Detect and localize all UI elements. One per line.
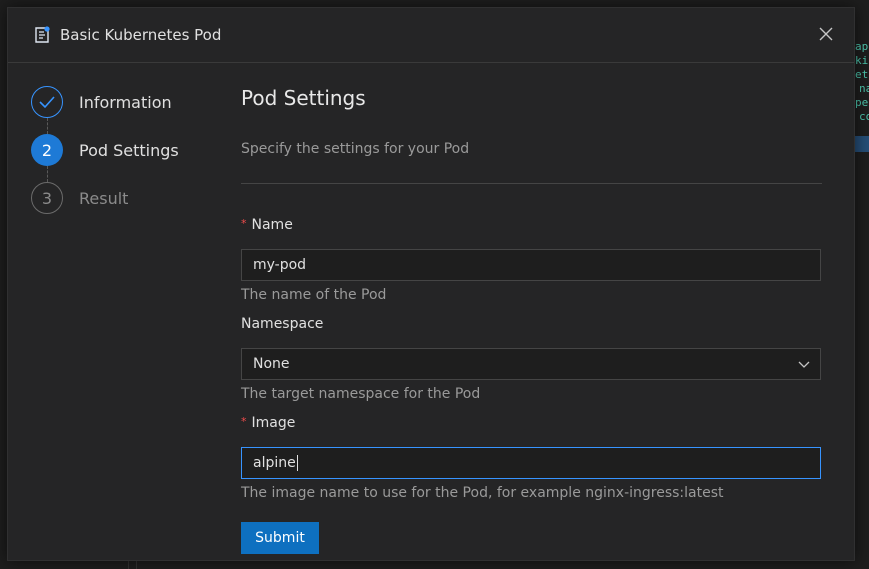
background-editor: api kin eta na pec co — [855, 40, 869, 200]
image-label-text: Image — [251, 415, 296, 431]
namespace-select[interactable]: None — [241, 348, 821, 380]
background-divider — [136, 560, 137, 569]
page-description: Specify the settings for your Pod — [241, 141, 470, 157]
editor-line: pec — [855, 96, 869, 109]
name-input[interactable]: my-pod — [241, 249, 821, 281]
image-help-text: The image name to use for the Pod, for e… — [241, 485, 724, 501]
section-divider — [241, 183, 822, 184]
image-input[interactable]: alpine — [241, 447, 821, 479]
namespace-label: Namespace — [241, 316, 822, 332]
namespace-selected-value: None — [253, 356, 290, 372]
step-pod-settings[interactable]: 2 Pod Settings — [31, 134, 211, 182]
step-check-indicator — [31, 86, 63, 118]
wizard-steps: Information 2 Pod Settings 3 Result — [31, 86, 211, 214]
background-divider — [128, 560, 129, 569]
editor-line: api — [855, 40, 869, 53]
image-input-value: alpine — [253, 455, 296, 471]
name-help-text: The name of the Pod — [241, 287, 387, 303]
step-result: 3 Result — [31, 182, 211, 214]
image-label: * Image — [241, 414, 822, 432]
required-marker: * — [241, 216, 247, 230]
dialog-header: Basic Kubernetes Pod — [8, 8, 854, 63]
close-button[interactable] — [818, 26, 834, 42]
step-number: 2 — [31, 134, 63, 166]
step-label: Result — [79, 188, 129, 208]
step-label: Information — [79, 92, 172, 112]
editor-line: na — [859, 82, 869, 95]
close-icon — [819, 27, 833, 41]
step-number: 3 — [31, 182, 63, 214]
text-cursor — [296, 455, 298, 471]
pod-settings-form: Pod Settings Specify the settings for yo… — [241, 86, 822, 554]
name-input-value: my-pod — [253, 257, 307, 273]
name-label: * Name — [241, 216, 822, 234]
checkmark-icon — [39, 96, 55, 109]
step-connector — [47, 118, 48, 134]
kubernetes-pod-icon — [33, 26, 51, 44]
name-label-text: Name — [251, 217, 293, 233]
step-label: Pod Settings — [79, 140, 179, 160]
editor-line: eta — [855, 68, 869, 81]
chevron-down-icon — [798, 361, 810, 368]
step-information[interactable]: Information — [31, 86, 211, 134]
editor-line: co — [859, 110, 869, 123]
submit-button[interactable]: Submit — [241, 522, 319, 554]
step-connector — [47, 166, 48, 182]
editor-selection — [855, 136, 869, 152]
required-marker: * — [241, 414, 247, 428]
create-pod-dialog: Basic Kubernetes Pod Information 2 Pod S… — [7, 7, 855, 561]
page-title: Pod Settings — [241, 86, 366, 110]
dialog-title: Basic Kubernetes Pod — [60, 26, 222, 44]
namespace-label-text: Namespace — [241, 316, 324, 332]
editor-line: kin — [855, 54, 869, 67]
namespace-help-text: The target namespace for the Pod — [241, 386, 481, 402]
